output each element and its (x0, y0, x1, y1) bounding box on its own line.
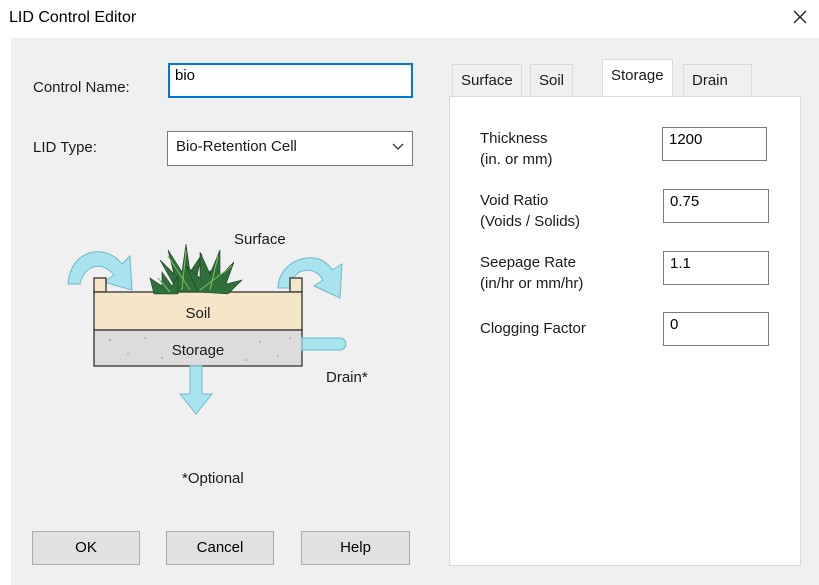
thickness-label-line1: Thickness (480, 130, 548, 147)
control-name-input[interactable]: bio (168, 63, 413, 98)
title-bar: LID Control Editor (0, 0, 819, 38)
seepage-rate-input[interactable]: 1.1 (663, 251, 769, 285)
lid-type-select[interactable]: Bio-Retention Cell (167, 131, 413, 166)
void-ratio-label-line1: Void Ratio (480, 192, 549, 209)
tab-soil[interactable]: Soil (530, 64, 574, 96)
seepage-rate-label-line1: Seepage Rate (480, 254, 576, 271)
tab-drain[interactable]: Drain (683, 64, 752, 96)
void-ratio-label-line2: (Voids / Solids) (480, 213, 581, 230)
clogging-factor-input[interactable]: 0 (663, 312, 769, 346)
cancel-button[interactable]: Cancel (166, 531, 274, 565)
ok-button[interactable]: OK (32, 531, 140, 565)
close-icon[interactable] (789, 6, 811, 28)
thickness-input[interactable]: 1200 (662, 127, 767, 161)
storage-label: Storage (172, 342, 225, 359)
void-ratio-input[interactable]: 0.75 (663, 189, 769, 223)
seepage-rate-label-line2: (in/hr or mm/hr) (480, 275, 584, 292)
plants-icon (149, 243, 243, 295)
control-name-label: Control Name: (33, 79, 130, 96)
lid-type-label: LID Type: (33, 139, 97, 156)
optional-note: *Optional (182, 470, 244, 487)
thickness-label-line2: (in. or mm) (480, 151, 553, 168)
right-berm (289, 277, 303, 293)
void-ratio-label: Void Ratio (Voids / Solids) (480, 190, 580, 232)
chevron-down-icon (390, 138, 406, 154)
lid-type-value: Bio-Retention Cell (176, 138, 297, 155)
clogging-factor-label: Clogging Factor (480, 320, 586, 337)
help-button[interactable]: Help (301, 531, 410, 565)
exfiltration-arrow-icon (178, 365, 214, 415)
seepage-rate-label: Seepage Rate (in/hr or mm/hr) (480, 252, 583, 294)
left-berm (93, 277, 107, 293)
tab-surface[interactable]: Surface (452, 64, 522, 96)
surface-label: Surface (234, 231, 286, 248)
tab-storage[interactable]: Storage (602, 59, 673, 96)
thickness-label: Thickness (in. or mm) (480, 128, 553, 170)
lid-diagram: Surface Soil Storage Drain* (67, 231, 368, 415)
drain-label: Drain* (326, 369, 368, 386)
window-title: LID Control Editor (9, 9, 137, 26)
drain-pipe-icon (301, 337, 347, 351)
soil-label: Soil (185, 305, 210, 322)
